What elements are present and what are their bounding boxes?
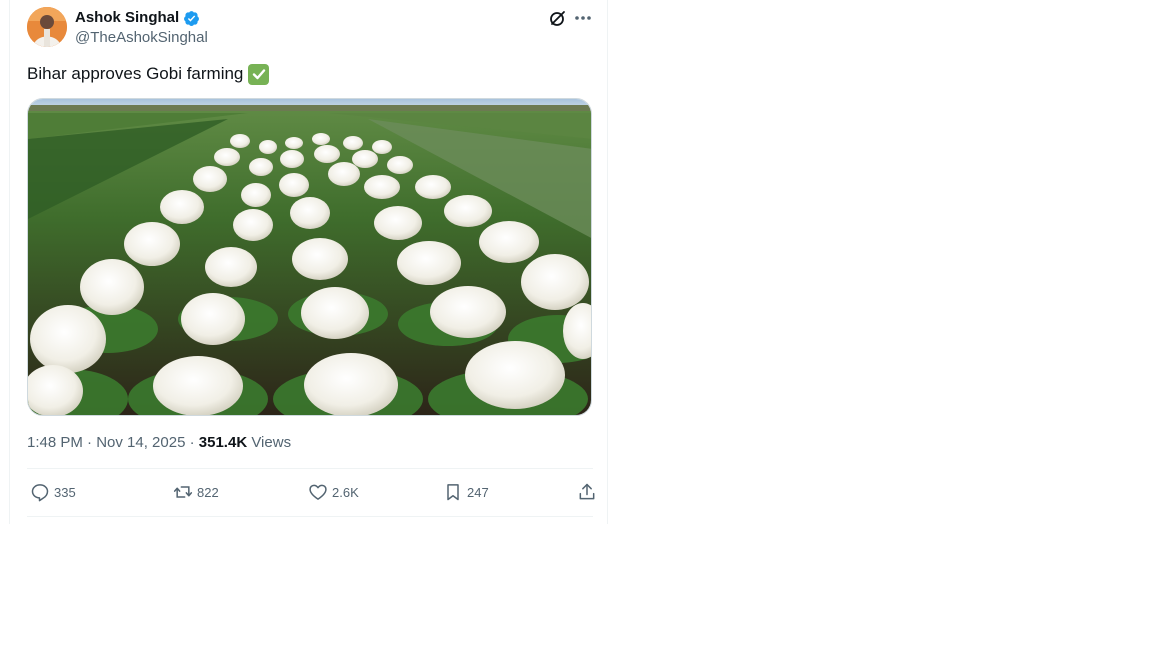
author-name[interactable]: Ashok Singhal bbox=[75, 9, 179, 27]
reply-button[interactable]: 335 bbox=[30, 482, 76, 502]
heart-icon bbox=[309, 484, 327, 500]
views-label: Views bbox=[251, 434, 292, 451]
tweet-card: Ashok Singhal @TheAshokSinghal Bihar app… bbox=[9, 0, 608, 524]
divider-bottom bbox=[27, 516, 593, 517]
repost-icon bbox=[173, 486, 193, 498]
share-button[interactable] bbox=[577, 482, 597, 502]
tweet-text-row: Bihar approves Gobi farming bbox=[27, 63, 270, 85]
more-icon[interactable] bbox=[573, 8, 593, 28]
tweet-timestamp[interactable]: 1:48 PM · Nov 14, 2025 bbox=[27, 434, 185, 451]
meta-separator: · bbox=[189, 434, 195, 451]
like-button[interactable]: 2.6K bbox=[308, 482, 359, 502]
repost-count: 822 bbox=[197, 484, 219, 500]
tweet-meta: 1:48 PM · Nov 14, 2025 · 351.4K Views bbox=[27, 433, 291, 453]
repost-button[interactable]: 822 bbox=[173, 482, 219, 502]
reply-icon bbox=[31, 484, 49, 502]
share-icon bbox=[579, 483, 595, 500]
author-name-row[interactable]: Ashok Singhal bbox=[75, 9, 200, 27]
bookmark-count: 247 bbox=[467, 484, 489, 500]
reply-count: 335 bbox=[54, 484, 76, 500]
action-bar: 335 822 2.6K 247 bbox=[27, 469, 595, 516]
author-handle[interactable]: @TheAshokSinghal bbox=[75, 29, 208, 47]
avatar[interactable] bbox=[27, 7, 67, 47]
avatar-image bbox=[27, 7, 67, 47]
like-count: 2.6K bbox=[332, 484, 359, 500]
tweet-image-cauliflower-field[interactable] bbox=[27, 98, 592, 416]
bookmark-button[interactable]: 247 bbox=[443, 482, 489, 502]
grok-icon[interactable] bbox=[548, 8, 568, 28]
tweet-text: Bihar approves Gobi farming bbox=[27, 64, 244, 83]
cauliflower-field-image bbox=[28, 99, 591, 415]
check-mark-emoji bbox=[248, 63, 270, 85]
verified-badge-icon bbox=[184, 10, 200, 26]
bookmark-icon bbox=[447, 484, 459, 501]
views-count: 351.4K bbox=[198, 434, 248, 451]
